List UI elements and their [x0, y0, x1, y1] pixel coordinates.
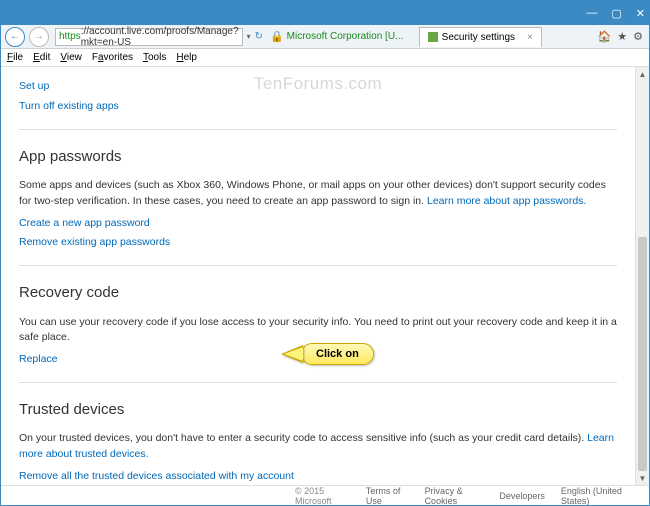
browser-tab[interactable]: Security settings ×	[419, 27, 542, 47]
url-scheme: https	[59, 31, 81, 42]
back-button[interactable]: ←	[5, 27, 25, 47]
close-window-button[interactable]: ✕	[636, 7, 645, 20]
create-app-password-link[interactable]: Create a new app password	[19, 216, 617, 232]
learn-app-passwords-link[interactable]: Learn more about app passwords.	[427, 195, 586, 207]
address-bar: ← → https://account.live.com/proofs/Mana…	[1, 25, 649, 49]
favorites-icon[interactable]: ★	[617, 30, 627, 43]
scroll-down-icon[interactable]: ▼	[636, 471, 649, 485]
copyright: © 2015 Microsoft	[295, 486, 350, 506]
remove-trusted-devices-link[interactable]: Remove all the trusted devices associate…	[19, 469, 617, 485]
remove-app-passwords-link[interactable]: Remove existing app passwords	[19, 235, 617, 251]
replace-code-link[interactable]: Replace	[19, 352, 617, 368]
url-input[interactable]: https://account.live.com/proofs/Manage?m…	[55, 28, 243, 46]
scroll-up-icon[interactable]: ▲	[636, 67, 649, 81]
app-passwords-heading: App passwords	[19, 146, 617, 169]
recovery-code-heading: Recovery code	[19, 282, 617, 305]
setup-link[interactable]: Set up	[19, 79, 617, 95]
tab-close-icon[interactable]: ×	[527, 32, 533, 43]
home-icon[interactable]: 🏠	[598, 30, 612, 43]
trusted-devices-desc: On your trusted devices, you don't have …	[19, 431, 617, 463]
maximize-button[interactable]: ▢	[611, 7, 621, 20]
refresh-icon[interactable]: ↻	[255, 31, 263, 42]
language-link[interactable]: English (United States)	[561, 486, 635, 506]
developers-link[interactable]: Developers	[499, 491, 545, 501]
divider	[19, 382, 617, 383]
forward-button[interactable]: →	[29, 27, 49, 47]
terms-link[interactable]: Terms of Use	[366, 486, 409, 506]
menu-view[interactable]: View	[60, 52, 82, 63]
tab-favicon	[428, 32, 438, 42]
privacy-link[interactable]: Privacy & Cookies	[425, 486, 484, 506]
minimize-button[interactable]: —	[586, 7, 597, 19]
tab-title: Security settings	[442, 32, 515, 43]
scroll-thumb[interactable]	[638, 237, 647, 471]
dropdown-icon[interactable]: ▾	[247, 32, 251, 41]
divider	[19, 129, 617, 130]
trusted-devices-heading: Trusted devices	[19, 399, 617, 422]
lock-icon: 🔒	[270, 30, 284, 43]
menu-edit[interactable]: Edit	[33, 52, 50, 63]
cert-label: Microsoft Corporation [U...	[287, 31, 417, 42]
turnoff-apps-link[interactable]: Turn off existing apps	[19, 99, 617, 115]
url-rest: ://account.live.com/proofs/Manage?mkt=en…	[81, 26, 239, 48]
menu-help[interactable]: Help	[176, 52, 197, 63]
tools-icon[interactable]: ⚙	[633, 30, 643, 43]
page-footer: © 2015 Microsoft Terms of Use Privacy & …	[1, 485, 649, 505]
vertical-scrollbar[interactable]: ▲ ▼	[635, 67, 649, 485]
menu-tools[interactable]: Tools	[143, 52, 166, 63]
menu-bar: FFileile Edit View Favorites Tools Help	[1, 49, 649, 67]
recovery-code-desc: You can use your recovery code if you lo…	[19, 315, 617, 347]
page-content: TenForums.com Set up Turn off existing a…	[1, 67, 635, 485]
menu-favorites[interactable]: Favorites	[92, 52, 133, 63]
menu-file[interactable]: FFileile	[7, 52, 23, 63]
window-titlebar: — ▢ ✕	[1, 1, 649, 25]
app-passwords-desc: Some apps and devices (such as Xbox 360,…	[19, 178, 617, 210]
divider	[19, 265, 617, 266]
